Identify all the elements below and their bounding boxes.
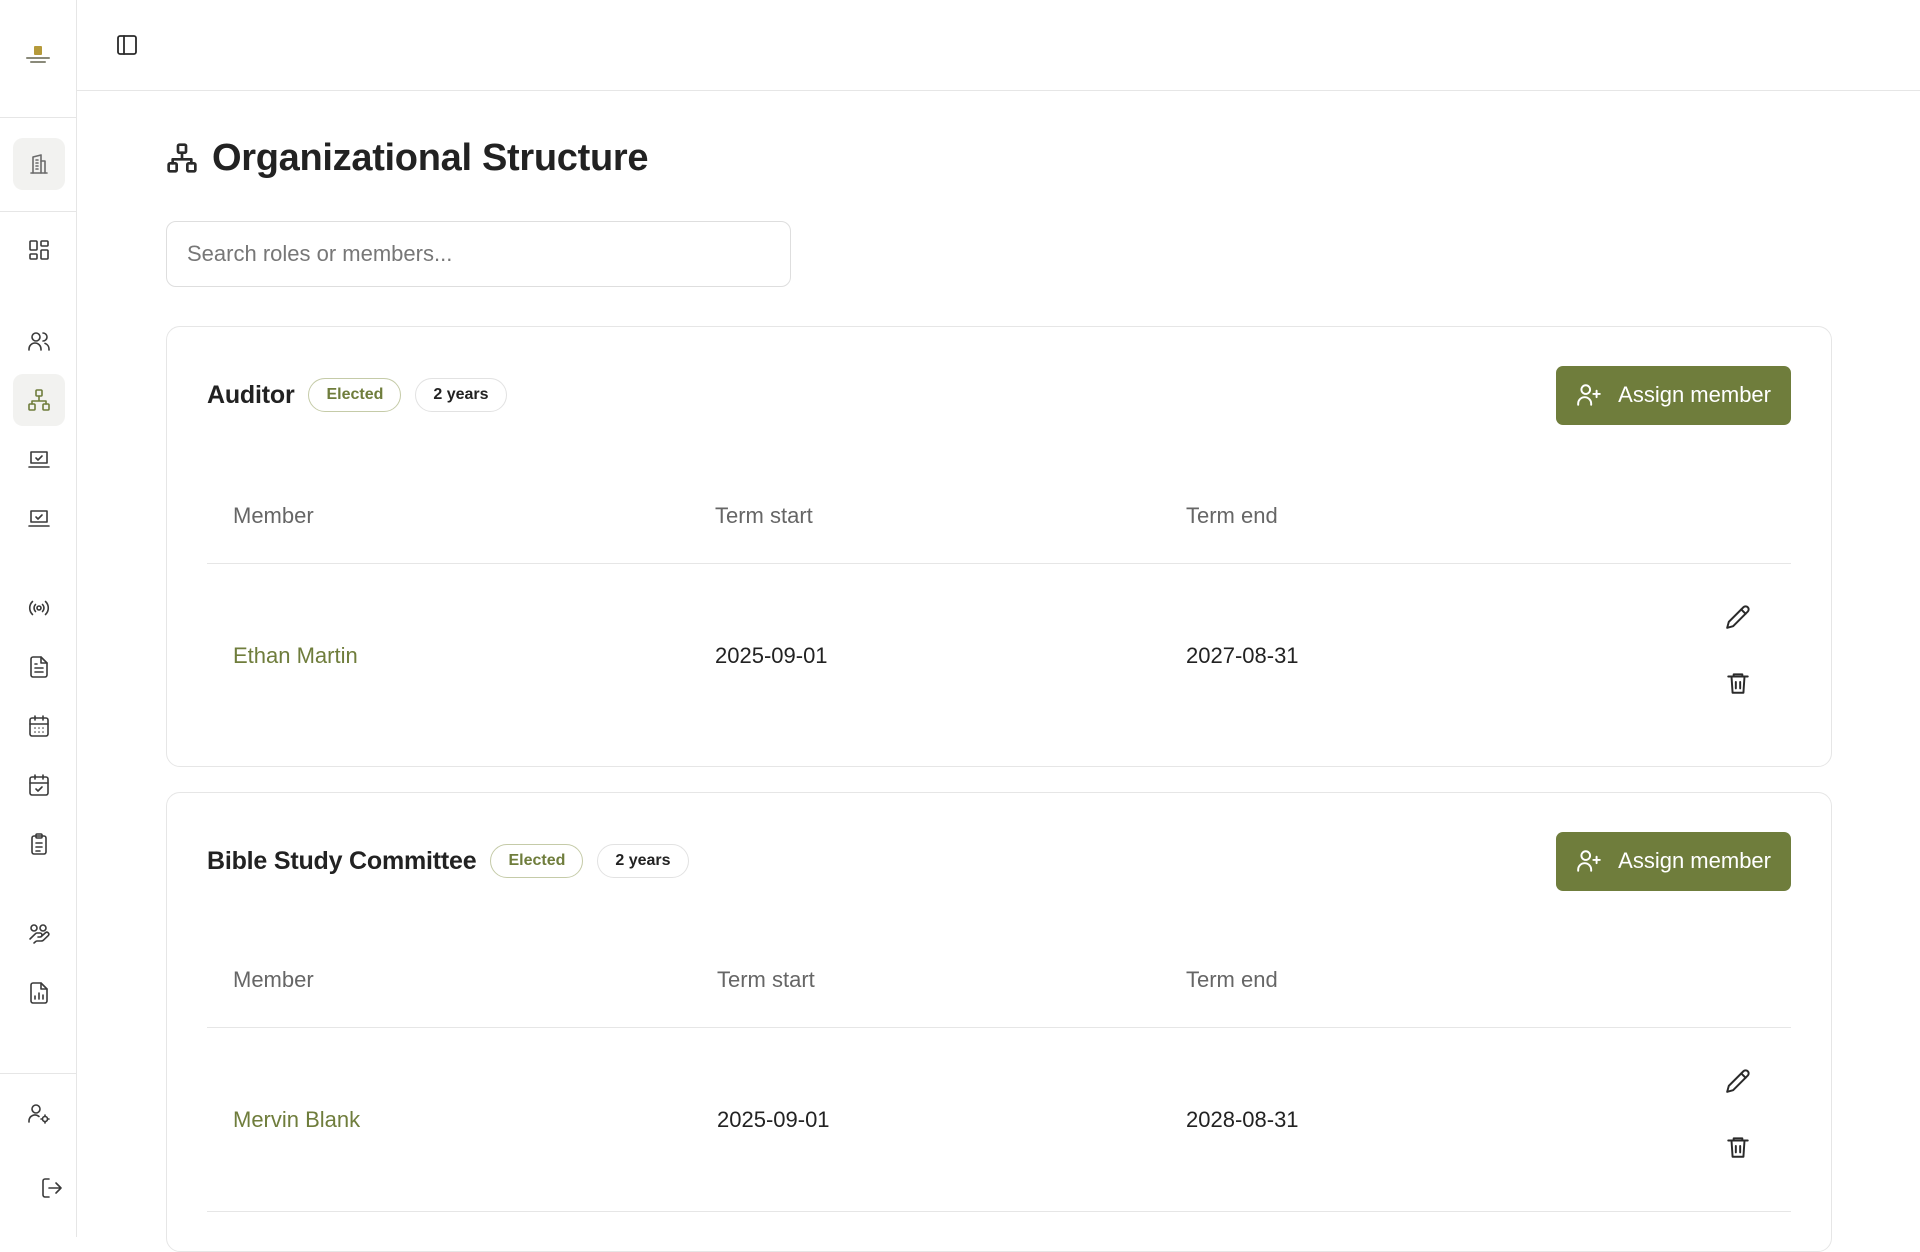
assign-member-label: Assign member xyxy=(1618,848,1771,873)
trash-icon xyxy=(1727,673,1749,694)
column-header-term-end: Term end xyxy=(1186,502,1278,528)
delete-button[interactable] xyxy=(1724,1133,1752,1161)
role-name: Auditor xyxy=(207,380,295,409)
calendar-check-icon xyxy=(29,774,49,796)
sidebar-item-tasks[interactable] xyxy=(13,433,65,485)
pencil-icon xyxy=(1726,605,1750,629)
sitemap-icon xyxy=(28,389,50,411)
sidebar-item-documents[interactable] xyxy=(13,641,65,693)
search-input[interactable] xyxy=(166,221,791,287)
term-start-value: 2025-09-01 xyxy=(715,643,828,668)
sidebar-item-structure[interactable] xyxy=(13,374,65,426)
logout-icon xyxy=(42,1178,62,1198)
sidebar-item-organization[interactable] xyxy=(13,138,65,190)
sidebar xyxy=(0,0,77,1237)
column-header-term-start: Term start xyxy=(717,966,815,992)
sidebar-item-approvals[interactable] xyxy=(13,492,65,544)
members-table: Member Term start Term end Ethan Martin … xyxy=(207,467,1791,748)
table-header: Member Term start Term end xyxy=(207,467,1791,564)
role-type-badge: Elected xyxy=(490,844,584,878)
user-settings-icon xyxy=(28,1104,50,1124)
users-icon xyxy=(28,332,50,351)
role-card: Auditor Elected 2 years Assign member Me… xyxy=(166,326,1832,767)
hand-coins-icon xyxy=(29,924,50,944)
table-row: Ethan Martin 2025-09-01 2027-08-31 xyxy=(207,564,1791,748)
term-end-value: 2027-08-31 xyxy=(1186,643,1299,668)
user-plus-icon xyxy=(1577,384,1601,406)
members-table: Member Term start Term end Mervin Blank … xyxy=(207,931,1791,1212)
pencil-icon xyxy=(1726,1069,1750,1093)
edit-button[interactable] xyxy=(1724,1067,1752,1095)
table-row: Mervin Blank 2025-09-01 2028-08-31 xyxy=(207,1028,1791,1212)
document-icon xyxy=(30,656,48,678)
sidebar-item-calendar[interactable] xyxy=(13,700,65,752)
clipboard-list-icon xyxy=(31,833,47,855)
page-title: Organizational Structure xyxy=(166,135,649,181)
term-start-value: 2025-09-01 xyxy=(717,1107,830,1132)
assign-member-label: Assign member xyxy=(1618,382,1771,407)
sidebar-item-logout[interactable] xyxy=(26,1162,78,1214)
sidebar-item-broadcast[interactable] xyxy=(13,582,65,634)
term-length-badge: 2 years xyxy=(597,844,689,878)
sidebar-divider xyxy=(0,211,77,212)
sidebar-toggle-button[interactable] xyxy=(113,31,141,59)
building-icon xyxy=(30,154,48,174)
sidebar-item-reports-list[interactable] xyxy=(13,818,65,870)
sitemap-icon xyxy=(167,143,197,173)
column-header-term-end: Term end xyxy=(1186,966,1278,992)
term-end-value: 2028-08-31 xyxy=(1186,1107,1299,1132)
calendar-icon xyxy=(29,715,49,737)
member-name-link[interactable]: Mervin Blank xyxy=(233,1028,360,1212)
role-header: Bible Study Committee Elected 2 years As… xyxy=(207,831,1791,891)
sidebar-divider xyxy=(0,1073,77,1074)
role-name: Bible Study Committee xyxy=(207,846,477,875)
sidebar-item-attendance[interactable] xyxy=(13,759,65,811)
user-plus-icon xyxy=(1577,850,1601,872)
member-name-link[interactable]: Ethan Martin xyxy=(233,564,358,748)
dashboard-icon xyxy=(29,240,49,260)
laptop-check-icon xyxy=(28,451,50,468)
column-header-member: Member xyxy=(233,966,314,992)
sidebar-divider xyxy=(0,117,77,118)
column-header-term-start: Term start xyxy=(715,502,813,528)
panel-left-icon xyxy=(117,35,137,55)
term-length-badge: 2 years xyxy=(415,378,507,412)
table-header: Member Term start Term end xyxy=(207,931,1791,1028)
sidebar-item-donations[interactable] xyxy=(13,908,65,960)
edit-button[interactable] xyxy=(1724,603,1752,631)
delete-button[interactable] xyxy=(1724,669,1752,697)
sidebar-item-dashboard[interactable] xyxy=(13,224,65,276)
sidebar-item-account-settings[interactable] xyxy=(13,1087,65,1139)
laptop-check-icon xyxy=(28,510,50,527)
organization-logo[interactable] xyxy=(24,46,52,70)
column-header-member: Member xyxy=(233,502,314,528)
sidebar-item-analytics[interactable] xyxy=(13,967,65,1019)
role-card: Bible Study Committee Elected 2 years As… xyxy=(166,792,1832,1252)
trash-icon xyxy=(1727,1137,1749,1158)
row-actions xyxy=(1723,603,1753,697)
assign-member-button[interactable]: Assign member xyxy=(1556,365,1791,425)
sidebar-item-members[interactable] xyxy=(13,315,65,367)
role-header: Auditor Elected 2 years Assign member xyxy=(207,365,1791,425)
broadcast-icon xyxy=(28,600,50,616)
row-actions xyxy=(1723,1067,1753,1161)
top-bar xyxy=(77,0,1920,91)
role-type-badge: Elected xyxy=(308,378,402,412)
page-title-text: Organizational Structure xyxy=(212,136,649,179)
chart-file-icon xyxy=(30,982,48,1004)
assign-member-button[interactable]: Assign member xyxy=(1556,831,1791,891)
